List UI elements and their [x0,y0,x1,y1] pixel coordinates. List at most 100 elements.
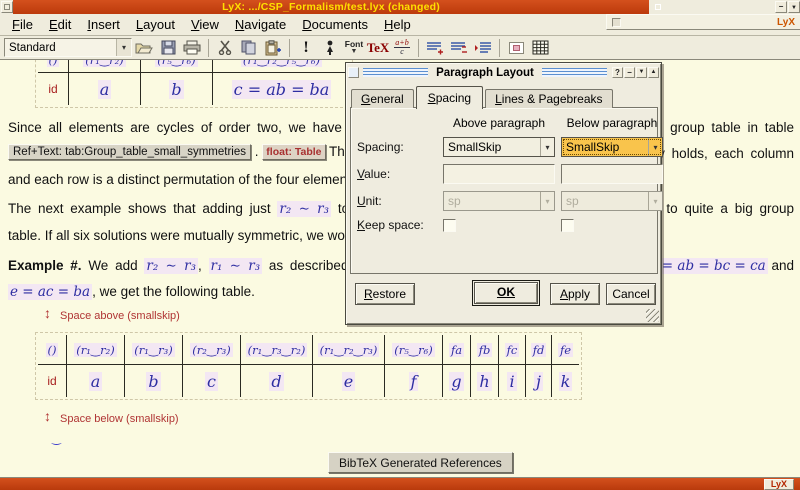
titlebar-stripes [363,68,428,77]
apply-button[interactable]: Apply [550,283,600,305]
environment-indent-icon[interactable] [472,38,494,58]
space-below-label: Space below (smallskip) [60,413,179,425]
insert-figure-icon[interactable] [505,38,527,58]
menu-help[interactable]: Help [376,15,419,34]
dialog-minimize-button[interactable]: − [624,67,635,78]
value-below-input[interactable] [561,164,663,184]
combo-arrow-icon[interactable]: ▾ [540,138,554,156]
vspace-arrow-icon: ↕ [44,307,51,319]
keep-space-above-checkbox[interactable] [443,219,456,232]
combo-arrow-icon[interactable]: ▾ [648,138,662,156]
cut-icon[interactable] [214,38,236,58]
below-paragraph-header: Below paragraph [561,116,663,130]
minimize-icon: − [779,2,784,11]
ok-button[interactable]: OK [474,282,538,304]
menu-layout[interactable]: Layout [128,15,183,34]
toolbar-separator [208,39,209,57]
unit-below-select: sp ▾ [561,191,663,211]
copy-icon[interactable] [238,38,260,58]
math-mode-icon[interactable]: a+bc [391,38,413,58]
font-dialog-icon[interactable]: Font▼ [343,38,365,58]
save-icon[interactable] [157,38,179,58]
unit-label: Unit: [357,194,437,208]
toolbar-separator [289,39,290,57]
titlebar-stripes [542,68,607,77]
paragraph-style-selector[interactable]: Standard ▾ [4,38,132,57]
combo-arrow-icon[interactable]: ▾ [116,39,131,56]
math-inset[interactable]: r₂ ∼ r₃ [277,201,331,217]
paste-icon[interactable] [262,38,284,58]
menu-view[interactable]: View [183,15,227,34]
resize-grip[interactable] [646,309,659,322]
tab-spacing[interactable]: Spacing [416,86,483,109]
group-table-partial[interactable]: () id (r₁‿r₂) a (r₅‿r₆) b (r₁‿r₂‿r₅‿r₆) … [35,60,353,108]
toolbar-separator [499,39,500,57]
dialog-title: Paragraph Layout [432,67,538,79]
spacing-tab-pane: Above paragraph Below paragraph Spacing:… [350,107,658,274]
tab-general[interactable]: General [351,89,414,108]
menu-documents[interactable]: Documents [294,15,376,34]
dialog-shade-button[interactable]: ▼ [636,67,647,78]
paragraph-text: Ref+Text: tab:Group_table_small_symmetri… [8,144,364,160]
taskbar-lyx-item[interactable]: LyX [764,479,794,490]
mini-window-titlebar[interactable]: LyX [606,14,800,30]
depth-increment-icon[interactable] [424,38,446,58]
math-inset[interactable]: e = ac = ba [8,284,92,300]
cancel-button[interactable]: Cancel [606,283,656,305]
dialog-tabs: General Spacing Lines & Pagebreaks [351,84,615,108]
menu-file[interactable]: File [4,15,41,34]
math-inset[interactable]: r₂ ∼ r₃ [144,258,198,274]
shade-button[interactable]: ▼ [788,1,800,13]
insert-table-icon[interactable] [529,38,551,58]
ref-inset-button[interactable]: Ref+Text: tab:Group_table_small_symmetri… [8,144,251,160]
bibtex-inset-button[interactable]: BibTeX Generated References [328,452,513,473]
dialog-help-button[interactable]: ? [612,67,623,78]
menu-insert[interactable]: Insert [79,15,128,34]
keep-space-below-checkbox[interactable] [561,219,574,232]
window-menu-icon [4,4,10,10]
dialog-menu-button[interactable] [348,67,359,78]
tab-lines-pagebreaks[interactable]: Lines & Pagebreaks [485,89,612,108]
emphasis-icon[interactable]: ! [295,38,317,58]
math-inset[interactable]: r₁ ∼ r₃ [209,258,263,274]
spacing-below-select[interactable]: SmallSkip ▾ [561,137,663,157]
group-table-main[interactable]: () id (r₁‿r₂) a (r₁‿r₃) b (r₂‿r₃) c (r₁‿… [35,332,582,400]
paragraph-text: and each row is a distinct permutation o… [8,172,361,187]
toolbar-separator [418,39,419,57]
restore-button[interactable]: Restore [355,283,415,305]
combo-arrow-icon: ▾ [540,192,554,210]
open-file-icon[interactable] [133,38,155,58]
value-above-input[interactable] [443,164,555,184]
unit-above-select: sp ▾ [443,191,555,211]
menu-edit[interactable]: Edit [41,15,79,34]
combo-arrow-icon: ▾ [648,192,662,210]
tex-mode-icon[interactable]: TeX [367,38,389,58]
dialog-titlebar[interactable]: Paragraph Layout ? − ▼ ▲ [348,65,659,80]
noun-style-icon[interactable] [319,38,341,58]
paragraph-text: d = ab = bc = ca and [647,258,794,274]
taskbar: LyX [0,477,800,490]
spacing-above-select[interactable]: SmallSkip ▾ [443,137,555,157]
maximize-button[interactable] [652,1,664,13]
mini-window-button[interactable] [612,18,621,27]
example-label: Example #. [8,258,82,273]
dialog-unshade-button[interactable]: ▲ [648,67,659,78]
float-table-inset-button[interactable]: float: Table [262,144,325,160]
keep-space-label: Keep space: [357,218,437,232]
vspace-arrow-icon: ↕ [44,410,51,422]
paragraph-layout-dialog: Paragraph Layout ? − ▼ ▲ General Spacing… [345,62,662,325]
menu-navigate[interactable]: Navigate [227,15,294,34]
shade-icon: ▼ [791,5,797,11]
print-icon[interactable] [181,38,203,58]
paragraph-text: e = ac = ba, we get the following table. [8,284,255,300]
depth-decrement-icon[interactable] [448,38,470,58]
math-inset[interactable]: d = ab = bc = ca [647,258,768,274]
paragraph-end-marker: ‿ [52,432,61,445]
paragraph-text: Example #. We add r₂ ∼ r₃, r₁ ∼ r₃ as de… [8,258,392,274]
window-title-section: LyX: .../CSP_Formalism/test.lyx (changed… [13,0,649,14]
minimize-button[interactable]: − [775,1,787,13]
paragraph-text: erty holds, each column [642,146,794,161]
paragraph-text: table. If all six solutions were mutuall… [8,228,382,243]
paragraph-text: ds to quite a big group [645,201,794,216]
window-menu-button[interactable] [1,1,13,13]
